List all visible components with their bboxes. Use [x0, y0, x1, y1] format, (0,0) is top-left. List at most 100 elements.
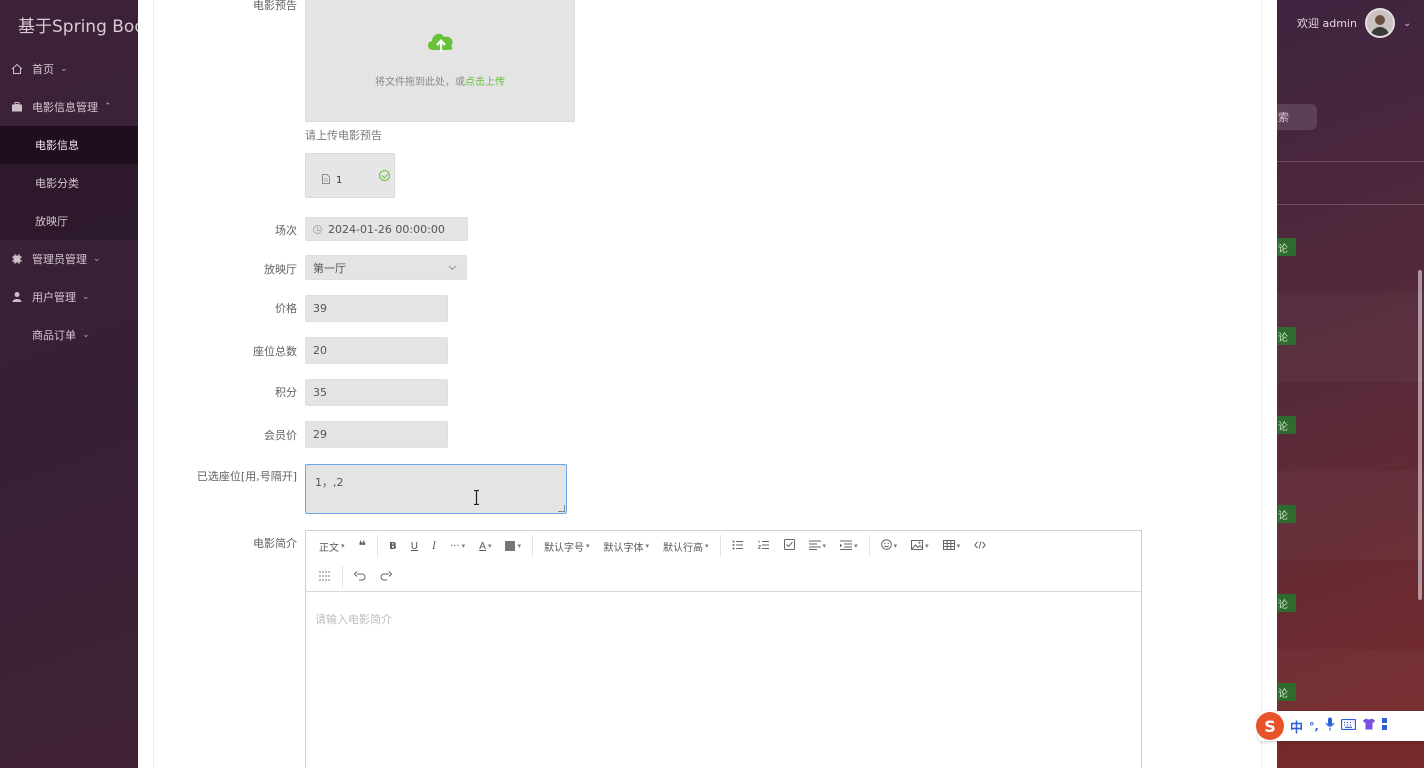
font-size-select[interactable]: 默认字号 ▾ — [537, 535, 597, 557]
font-family-select[interactable]: 默认字体 ▾ — [597, 535, 657, 557]
sidebar-item-users[interactable]: 用户管理 ⌄ — [0, 278, 138, 316]
blank-icon — [10, 328, 24, 342]
redo-button[interactable] — [373, 566, 399, 588]
background-color-button[interactable]: ▾ — [498, 535, 528, 557]
comment-tag[interactable]: 论 — [1277, 416, 1296, 434]
comment-tag[interactable]: 论 — [1277, 594, 1296, 612]
blockquote-button[interactable]: ❝ — [352, 535, 374, 557]
tag-label: 论 — [1278, 510, 1288, 522]
ime-language-toggle[interactable]: 中 — [1290, 717, 1303, 736]
chevron-down-icon: ⌄ — [93, 254, 101, 264]
cpu-icon — [10, 252, 24, 266]
comment-tag[interactable]: 论 — [1277, 683, 1296, 701]
chevron-down-icon: ⌄ — [82, 292, 90, 302]
undo-button[interactable] — [347, 566, 373, 588]
caret-icon: ▾ — [461, 542, 466, 550]
edit-dialog: 电影预告 将文件拖到此处，或点击上传 请上传电影预告 1 场次 2024-01-… — [138, 0, 1277, 768]
caret-icon: ▾ — [854, 542, 858, 550]
bold-icon: B — [389, 540, 397, 552]
hall-select[interactable]: 第一厅 — [305, 255, 467, 280]
numbered-list-button[interactable] — [751, 535, 777, 557]
sidebar-item-orders[interactable]: 商品订单 ⌄ — [0, 316, 138, 354]
member-price-input[interactable]: 29 — [305, 421, 448, 448]
resize-handle[interactable] — [558, 505, 565, 512]
cloud-upload-icon — [424, 28, 458, 59]
toolbar-divider — [532, 535, 533, 557]
sidebar-item-label: 首页 — [32, 63, 54, 76]
more-style-button[interactable]: ··· ▾ — [443, 535, 472, 557]
comment-tag[interactable]: 论 — [1277, 505, 1296, 523]
emoji-button[interactable]: ▾ — [874, 535, 905, 557]
sidebar-menu: 首页 ⌄ 电影信息管理 ⌃ 电影信息 电影分类 放映厅 管理员管理 ⌄ 用户管理… — [0, 50, 138, 354]
tag-label: 论 — [1278, 243, 1288, 255]
click-upload-link[interactable]: 点击上传 — [465, 77, 505, 88]
chevron-down-icon: ⌄ — [60, 64, 68, 74]
form-panel: 电影预告 将文件拖到此处，或点击上传 请上传电影预告 1 场次 2024-01-… — [153, 0, 1262, 768]
session-label: 场次 — [275, 224, 297, 237]
member-price-value: 29 — [313, 428, 327, 441]
caret-icon: ▾ — [893, 542, 898, 550]
code-icon — [974, 540, 986, 552]
rich-text-editor[interactable]: 正文 ▾ ❝ B U I ··· ▾ A ▾ ▾ 默认字号 ▾ 默认字体 ▾ 默认行高 ▾ — [305, 530, 1142, 768]
caret-icon: ▾ — [586, 542, 590, 550]
avatar[interactable] — [1364, 8, 1395, 38]
background-color-icon — [505, 541, 516, 551]
table-button[interactable]: ▾ — [936, 535, 968, 557]
numbered-list-icon — [757, 540, 770, 553]
trailer-label: 电影预告 — [253, 0, 297, 12]
comment-tag[interactable]: 论 — [1277, 327, 1296, 345]
image-icon — [911, 539, 924, 553]
ime-punctuation-toggle[interactable]: °, — [1309, 720, 1319, 733]
grid-menu-icon[interactable] — [1381, 718, 1388, 734]
line-height-select[interactable]: 默认行高 ▾ — [656, 535, 716, 557]
font-color-icon: A — [479, 540, 486, 552]
briefcase-icon — [10, 100, 24, 114]
align-button[interactable]: ▾ — [802, 535, 834, 557]
horizontal-rule-icon — [319, 571, 331, 584]
caret-icon: ▾ — [925, 542, 929, 550]
sidebar: 基于Spring Boot 首页 ⌄ 电影信息管理 ⌃ 电影信息 电影分类 放映… — [0, 0, 138, 768]
paragraph-format-button[interactable]: 正文 ▾ — [312, 535, 352, 557]
sidebar-item-movie-list[interactable]: 电影信息 — [0, 126, 138, 164]
ime-toolbar[interactable]: S 中 °, — [1256, 711, 1424, 741]
divider-button[interactable] — [312, 566, 338, 588]
italic-button[interactable]: I — [425, 535, 443, 557]
sidebar-item-movie-info[interactable]: 电影信息管理 ⌃ — [0, 88, 138, 126]
sidebar-item-label: 电影信息管理 — [32, 101, 98, 114]
caret-icon: ▾ — [705, 542, 709, 550]
font-size-label: 默认字号 — [544, 542, 584, 554]
seats-total-input[interactable]: 20 — [305, 337, 448, 364]
sidebar-item-home[interactable]: 首页 ⌄ — [0, 50, 138, 88]
sogou-logo-icon[interactable]: S — [1256, 712, 1284, 740]
comment-tag[interactable]: 论 — [1277, 238, 1296, 256]
price-input[interactable]: 39 — [305, 295, 448, 322]
toolbar-row: 正文 ▾ ❝ B U I ··· ▾ A ▾ ▾ 默认字号 ▾ 默认字体 ▾ 默认行高 ▾ — [306, 531, 993, 561]
underline-button[interactable]: U — [404, 535, 425, 557]
user-menu[interactable]: 欢迎 admin ⌄ — [1297, 8, 1411, 38]
search-button[interactable]: 搜索 — [1267, 104, 1317, 130]
keyboard-icon[interactable] — [1340, 718, 1356, 734]
toolbar-divider — [342, 566, 343, 588]
caret-icon: ▾ — [645, 542, 650, 550]
undo-icon — [353, 570, 366, 584]
microphone-icon[interactable] — [1325, 717, 1335, 735]
toolbar-divider — [719, 535, 721, 557]
font-color-button[interactable]: A ▾ — [472, 535, 498, 557]
skin-shirt-icon[interactable] — [1362, 718, 1376, 734]
bulleted-list-button[interactable] — [725, 535, 751, 557]
code-button[interactable] — [967, 535, 993, 557]
selected-seats-textarea[interactable]: 1，,2 — [305, 464, 567, 514]
sidebar-item-movie-category[interactable]: 电影分类 — [0, 164, 138, 202]
bold-button[interactable]: B — [382, 535, 404, 557]
sidebar-item-hall[interactable]: 放映厅 — [0, 202, 138, 240]
uploaded-file[interactable]: 1 — [305, 153, 395, 198]
session-datetime-picker[interactable]: 2024-01-26 00:00:00 — [305, 217, 468, 241]
trailer-upload-dropzone[interactable]: 将文件拖到此处，或点击上传 — [305, 0, 575, 122]
image-button[interactable]: ▾ — [904, 535, 936, 557]
sidebar-item-admin[interactable]: 管理员管理 ⌄ — [0, 240, 138, 278]
page-scrollbar[interactable] — [1418, 270, 1422, 600]
caret-icon: ▾ — [822, 542, 827, 550]
todo-button[interactable] — [777, 535, 802, 557]
indent-button[interactable]: ▾ — [833, 535, 865, 557]
points-input[interactable]: 35 — [305, 379, 448, 406]
